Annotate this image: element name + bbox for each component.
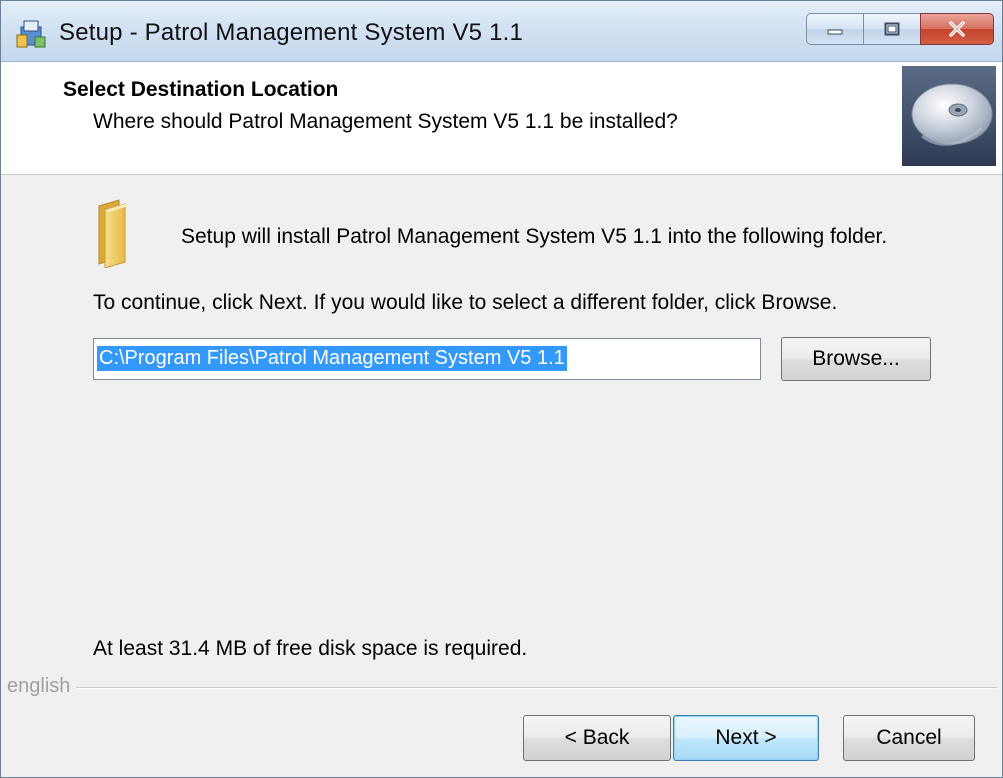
window-title: Setup - Patrol Management System V5 1.1: [59, 19, 524, 46]
cd-disc-icon: [902, 66, 996, 166]
destination-path-input[interactable]: C:\Program Files\Patrol Management Syste…: [93, 338, 761, 380]
folder-icon: [98, 199, 129, 268]
page-subtitle: Where should Patrol Management System V5…: [93, 110, 678, 133]
setup-window: Setup - Patrol Management System V5 1.1: [0, 0, 1003, 778]
page-title: Select Destination Location: [63, 78, 339, 101]
destination-path-value: C:\Program Files\Patrol Management Syste…: [97, 346, 567, 371]
install-intro-text: Setup will install Patrol Management Sys…: [181, 225, 888, 248]
close-button[interactable]: [920, 13, 994, 45]
window-controls: [806, 13, 994, 47]
minimize-icon: [827, 29, 843, 35]
next-button[interactable]: Next >: [673, 715, 819, 761]
maximize-button[interactable]: [863, 13, 921, 45]
footer-divider: [7, 687, 997, 689]
close-icon: [949, 21, 965, 37]
continue-hint-text: To continue, click Next. If you would li…: [93, 291, 838, 314]
disk-space-text: At least 31.4 MB of free disk space is r…: [93, 637, 528, 660]
cancel-button[interactable]: Cancel: [843, 715, 975, 761]
maximize-icon: [884, 22, 900, 36]
browse-button[interactable]: Browse...: [781, 337, 931, 381]
back-button[interactable]: < Back: [523, 715, 671, 761]
setup-app-icon: [16, 20, 46, 48]
language-label: english: [7, 675, 77, 698]
wizard-header: Select Destination Location Where should…: [1, 62, 1002, 175]
minimize-button[interactable]: [806, 13, 864, 45]
title-bar[interactable]: Setup - Patrol Management System V5 1.1: [1, 1, 1002, 62]
